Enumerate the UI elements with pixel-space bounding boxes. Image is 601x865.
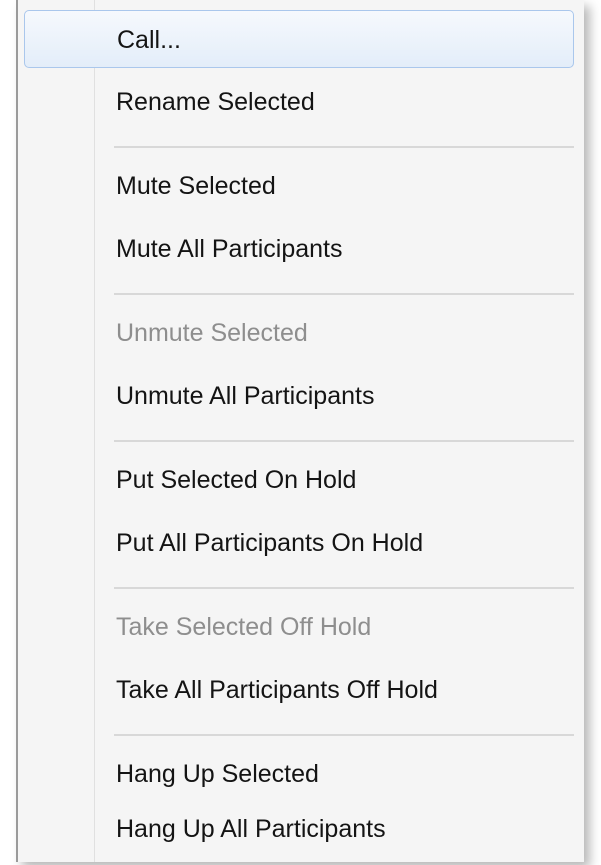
menu-item-unmute-selected: Unmute Selected bbox=[116, 319, 308, 347]
menu-separator bbox=[114, 734, 574, 736]
menu-item-hang-up-selected[interactable]: Hang Up Selected bbox=[24, 745, 574, 803]
context-menu: Call... Rename Selected Mute Selected Mu… bbox=[16, 0, 584, 862]
menu-separator bbox=[114, 440, 574, 442]
menu-item-call[interactable]: Call... bbox=[24, 10, 574, 68]
menu-item-rename-selected[interactable]: Rename Selected bbox=[24, 73, 574, 131]
menu-separator bbox=[114, 587, 574, 589]
menu-item-take-selected-off-hold: Take Selected Off Hold bbox=[116, 613, 372, 641]
menu-item-mute-selected[interactable]: Mute Selected bbox=[24, 157, 574, 215]
menu-item-put-selected-on-hold[interactable]: Put Selected On Hold bbox=[24, 451, 574, 509]
menu-item-take-all-participants-off-hold[interactable]: Take All Participants Off Hold bbox=[24, 661, 574, 719]
menu-separator bbox=[114, 293, 574, 295]
menu-item-unmute-all-participants[interactable]: Unmute All Participants bbox=[24, 367, 574, 425]
menu-item-hang-up-all-participants[interactable]: Hang Up All Participants bbox=[24, 800, 574, 858]
menu-item-put-all-participants-on-hold[interactable]: Put All Participants On Hold bbox=[24, 514, 574, 572]
menu-separator bbox=[114, 146, 574, 148]
menu-item-mute-all-participants[interactable]: Mute All Participants bbox=[24, 220, 574, 278]
